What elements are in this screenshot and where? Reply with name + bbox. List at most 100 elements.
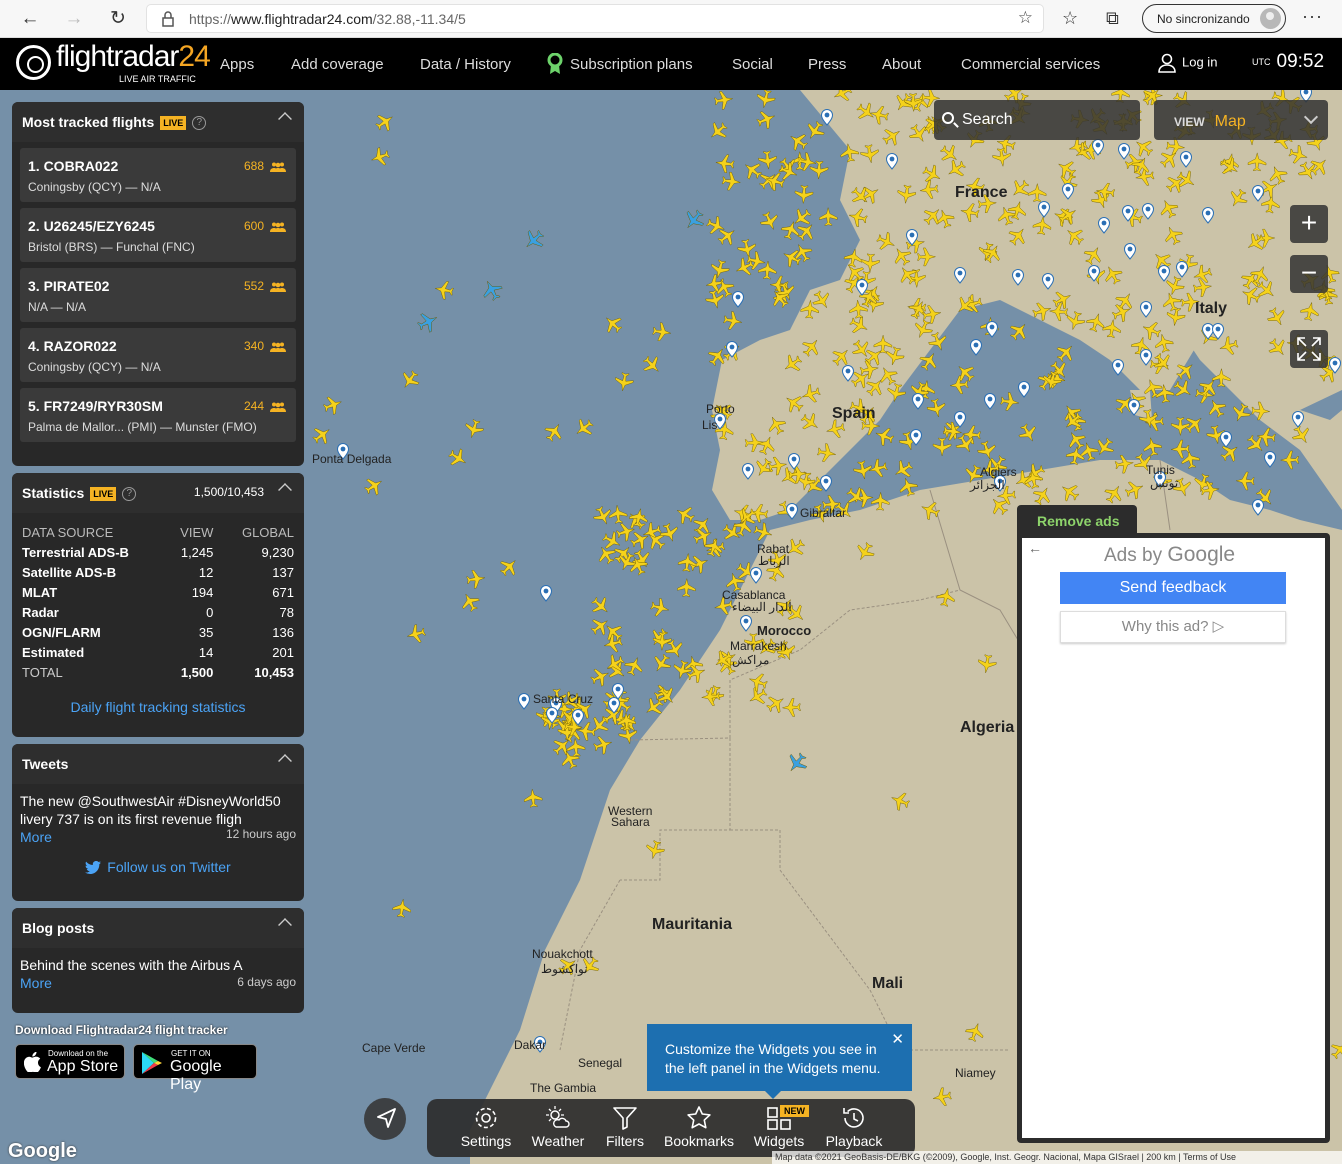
nav-apps[interactable]: Apps (220, 56, 254, 73)
aircraft-icon[interactable] (608, 504, 628, 524)
aircraft-icon[interactable] (1289, 423, 1314, 448)
search-button[interactable]: Search (934, 100, 1140, 140)
blog-more-link[interactable]: More (20, 975, 52, 991)
aircraft-icon[interactable] (1027, 182, 1047, 202)
aircraft-icon[interactable] (917, 349, 942, 374)
aircraft-icon[interactable] (392, 898, 412, 918)
forward-arrow-icon[interactable]: → (62, 7, 86, 31)
airport-pin-icon[interactable] (983, 393, 997, 410)
tracked-flight-item[interactable]: 2. U26245/EZY6245 Bristol (BRS) — Funchal… (20, 208, 296, 262)
app-store-button[interactable]: Download on the App Store (15, 1044, 125, 1079)
aircraft-icon[interactable] (677, 577, 696, 598)
airport-pin-icon[interactable] (1041, 273, 1055, 290)
aircraft-icon[interactable] (744, 433, 764, 453)
aircraft-icon[interactable] (944, 157, 969, 182)
airport-pin-icon[interactable] (787, 453, 801, 470)
aircraft-icon[interactable] (755, 108, 779, 132)
airport-pin-icon[interactable] (1097, 217, 1111, 234)
add-favorite-icon[interactable]: ☆ (1018, 8, 1033, 28)
tweet-more-link[interactable]: More (20, 829, 52, 845)
aircraft-icon[interactable] (781, 698, 801, 717)
aircraft-icon[interactable] (1006, 318, 1031, 343)
aircraft-icon[interactable] (1279, 450, 1299, 470)
airport-pin-icon[interactable] (1175, 261, 1189, 278)
aircraft-icon[interactable] (1142, 436, 1163, 457)
aircraft-icon[interactable] (309, 422, 334, 447)
aircraft-icon[interactable] (1265, 305, 1289, 329)
zoom-in-button[interactable]: + (1290, 205, 1328, 243)
aircraft-icon[interactable] (1266, 163, 1290, 187)
aircraft-icon[interactable] (926, 397, 948, 419)
airport-pin-icon[interactable] (741, 463, 755, 480)
aircraft-icon[interactable] (740, 158, 765, 183)
airport-pin-icon[interactable] (1139, 349, 1153, 366)
aircraft-icon[interactable] (1102, 481, 1127, 506)
aircraft-icon[interactable] (884, 345, 906, 367)
aircraft-icon[interactable] (1153, 332, 1175, 354)
airport-pin-icon[interactable] (731, 291, 745, 308)
aircraft-icon[interactable] (816, 443, 837, 464)
aircraft-icon[interactable] (752, 521, 775, 544)
aircraft-icon[interactable] (763, 691, 788, 716)
aircraft-icon[interactable] (874, 230, 898, 254)
aircraft-icon[interactable] (853, 540, 878, 565)
aircraft-icon[interactable] (523, 788, 543, 808)
favorites-icon[interactable]: ☆ (1062, 8, 1078, 29)
aircraft-icon[interactable] (736, 238, 757, 259)
aircraft-icon[interactable] (705, 119, 730, 144)
aircraft-icon[interactable] (652, 322, 672, 342)
aircraft-icon[interactable] (647, 625, 672, 650)
aircraft-icon[interactable] (592, 734, 614, 756)
airport-pin-icon[interactable] (1123, 243, 1137, 260)
back-arrow-icon[interactable]: ← (1028, 540, 1042, 556)
aircraft-icon[interactable] (709, 258, 731, 280)
aircraft-icon[interactable] (1180, 448, 1201, 469)
airport-pin-icon[interactable] (969, 339, 983, 356)
collapse-chevron-icon[interactable] (278, 112, 292, 126)
aircraft-icon[interactable] (1229, 401, 1253, 425)
aircraft-icon[interactable] (715, 153, 735, 174)
aircraft-icon[interactable] (1016, 421, 1041, 446)
aircraft-icon[interactable] (458, 590, 482, 614)
airport-pin-icon[interactable] (1201, 207, 1215, 224)
aircraft-icon[interactable] (953, 360, 978, 385)
aircraft-icon[interactable] (779, 218, 802, 241)
aircraft-icon[interactable] (803, 118, 828, 143)
aircraft-icon[interactable] (873, 334, 893, 354)
aircraft-icon[interactable] (463, 418, 485, 440)
aircraft-icon[interactable] (819, 206, 838, 226)
aircraft-icon[interactable] (704, 288, 726, 310)
tracked-flight-item[interactable]: 3. PIRATE02 N/A — N/A 552 (20, 268, 296, 322)
nav-add-coverage[interactable]: Add coverage (291, 56, 384, 73)
aircraft-icon[interactable] (932, 437, 952, 457)
aircraft-icon[interactable] (644, 839, 666, 861)
aircraft-icon[interactable] (746, 670, 769, 693)
aircraft-icon[interactable] (830, 90, 854, 105)
login-button[interactable]: Log in (1158, 53, 1217, 73)
aircraft-icon[interactable] (889, 244, 914, 269)
aircraft-icon[interactable] (362, 474, 387, 499)
aircraft-icon[interactable] (397, 367, 422, 392)
aircraft-icon[interactable] (1247, 152, 1267, 172)
aircraft-icon[interactable] (937, 141, 962, 166)
aircraft-icon[interactable] (466, 569, 486, 589)
aircraft-icon[interactable] (977, 654, 998, 675)
fr24-logo[interactable]: flightradar24 LIVE AIR TRAFFIC (16, 40, 211, 87)
aircraft-icon[interactable] (368, 145, 391, 168)
help-icon[interactable]: ? (192, 116, 207, 131)
more-menu-icon[interactable]: ··· (1302, 6, 1323, 27)
aircraft-icon[interactable] (1170, 439, 1190, 459)
aircraft-icon[interactable] (1256, 228, 1276, 248)
aircraft-icon[interactable] (888, 789, 911, 812)
aircraft-icon[interactable] (1217, 440, 1242, 465)
airport-pin-icon[interactable] (1291, 411, 1305, 428)
aircraft-icon[interactable] (1053, 340, 1078, 365)
aircraft-icon[interactable] (1006, 199, 1028, 221)
aircraft-icon[interactable] (798, 410, 823, 435)
aircraft-icon[interactable] (1078, 440, 1100, 462)
airport-pin-icon[interactable] (1037, 201, 1051, 218)
nav-data-history[interactable]: Data / History (420, 56, 511, 73)
aircraft-icon[interactable] (861, 253, 880, 273)
aircraft-icon[interactable] (721, 171, 742, 191)
aircraft-icon[interactable] (479, 277, 506, 304)
